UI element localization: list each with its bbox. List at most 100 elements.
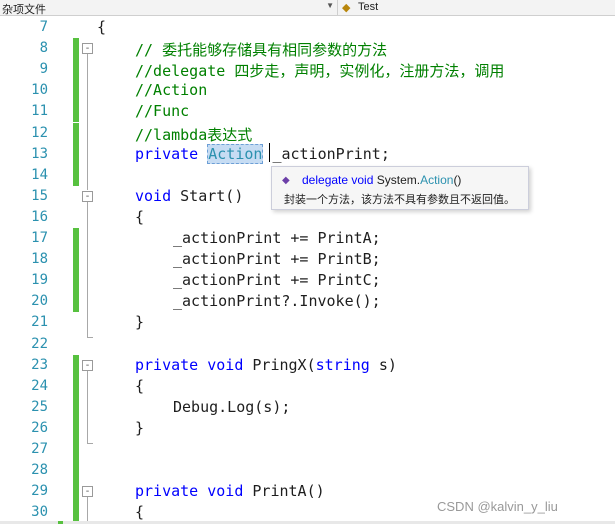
code-line[interactable]: 28 [0,460,615,482]
code-token: PringX( [252,355,316,374]
code-line[interactable]: 20 _actionPrint?.Invoke(); [0,291,615,313]
line-number: 29 [31,483,48,500]
line-number: 24 [31,377,48,394]
code-line[interactable]: 21} [0,312,615,333]
code-line[interactable]: 12 //lambda表达式 [0,122,615,144]
code-line[interactable]: 9 //delegate 四步走，声明，实例化，注册方法，调用 [0,59,615,81]
code-token: PrintA() [252,482,325,501]
line-number: 30 [31,504,48,521]
code-line[interactable]: 22 [0,334,615,355]
line-number: 25 [31,398,48,415]
line-number: 12 [31,124,48,141]
code-text: { [97,18,106,36]
code-token: //Action [135,81,208,100]
code-token: void [135,186,181,205]
collapse-icon[interactable]: - [82,43,93,55]
change-marker [73,143,79,165]
change-marker [73,354,79,376]
code-line[interactable]: 26} [0,417,615,439]
change-marker [73,375,79,397]
code-token: Start() [180,186,244,205]
code-text: private Action _actionPrint; [135,143,390,164]
change-marker [73,439,79,460]
tooltip-description: 封装一个方法，该方法不具有参数且不返回值。 [284,194,515,206]
code-token: _actionPrint += PrintB; [173,250,381,269]
code-token: s) [378,355,397,374]
code-token: _actionPrint += PrintA; [173,229,381,247]
code-token: } [135,418,145,437]
code-line[interactable]: 16 { [0,207,615,228]
code-token: private void [135,482,253,501]
member-dropdown[interactable]: ◆ Test [340,0,615,15]
code-token: _actionPrint; [263,144,390,163]
line-number: 11 [31,103,48,120]
member-dropdown-label: Test [358,1,379,13]
tooltip-keyword: delegate void [302,173,374,187]
code-token: private void [135,355,253,374]
code-line[interactable]: 13 private Action _actionPrint; [0,143,615,165]
code-text: } [135,419,144,437]
line-number: 16 [31,208,48,225]
change-marker [73,228,79,249]
change-marker [73,101,79,123]
code-text: //delegate 四步走，声明，实例化，注册方法，调用 [135,60,504,81]
change-marker [73,270,79,292]
code-line[interactable]: 8 - // 委托能够存储具有相同参数的方法 [0,38,615,60]
code-line[interactable]: 7{ [0,17,615,38]
code-text: _actionPrint += PrintA; [173,229,381,247]
code-text: private void PringX(string s) [135,356,397,374]
change-marker [73,417,79,439]
line-number: 8 [39,40,48,57]
code-token: { [135,376,145,395]
code-text: _actionPrint?.Invoke(); [173,292,381,310]
code-text: // 委托能够存储具有相同参数的方法 [135,39,387,60]
code-token: } [135,313,145,332]
code-token: // 委托能够存储具有相同参数的方法 [135,41,388,60]
code-line[interactable]: 18 _actionPrint += PrintB; [0,249,615,271]
quick-info-tooltip: ◆ delegate void System.Action() 封装一个方法，该… [271,166,529,210]
text-cursor [269,143,270,162]
line-number: 7 [39,19,48,35]
code-text: { [135,208,144,226]
code-text: //Func [135,102,189,120]
line-number: 22 [31,335,48,352]
code-token: //Func [135,102,190,121]
code-token: private [135,144,208,163]
line-number: 20 [31,293,48,310]
change-marker [73,460,79,482]
code-line[interactable]: 17 _actionPrint += PrintA; [0,228,615,249]
line-number: 19 [31,272,48,289]
code-text: { [135,503,144,521]
collapse-icon[interactable]: - [82,190,93,202]
change-marker [73,80,79,102]
project-dropdown[interactable]: 杂项文件 ▼ [0,0,338,16]
collapse-icon[interactable]: - [82,486,93,498]
chevron-down-icon[interactable]: ▼ [326,1,334,10]
code-line[interactable]: 24 { [0,375,615,397]
code-line[interactable]: 27 [0,439,615,460]
collapse-icon[interactable]: - [82,359,93,371]
code-line[interactable]: 23 - private void PringX(string s) [0,354,615,376]
code-token: { [135,503,145,522]
class-icon: ◆ [342,2,351,14]
code-text: { [135,377,144,395]
code-token: string [315,355,379,374]
change-marker [73,122,79,144]
code-editor[interactable]: 7{8-// 委托能够存储具有相同参数的方法 9//delegate 四步走，声明… [0,16,615,524]
code-line[interactable]: 19 _actionPrint += PrintC; [0,270,615,292]
line-number: 28 [31,462,48,479]
line-number: 14 [31,166,48,183]
code-line[interactable]: 25 Debug.Log(s); [0,396,615,418]
code-text: void Start() [135,187,243,205]
code-line[interactable]: 10 //Action [0,80,615,102]
code-line[interactable]: 11 //Func [0,101,615,123]
code-text: _actionPrint += PrintC; [173,271,381,289]
code-text: //Action [135,81,207,99]
selected-token: Action [207,143,264,164]
code-token: { [135,207,145,226]
line-number: 10 [31,82,48,99]
line-number: 15 [31,187,48,204]
code-token: //lambda表达式 [135,125,253,144]
tooltip-namespace: System. [376,173,421,187]
code-token: Debug.Log(s); [173,397,291,416]
